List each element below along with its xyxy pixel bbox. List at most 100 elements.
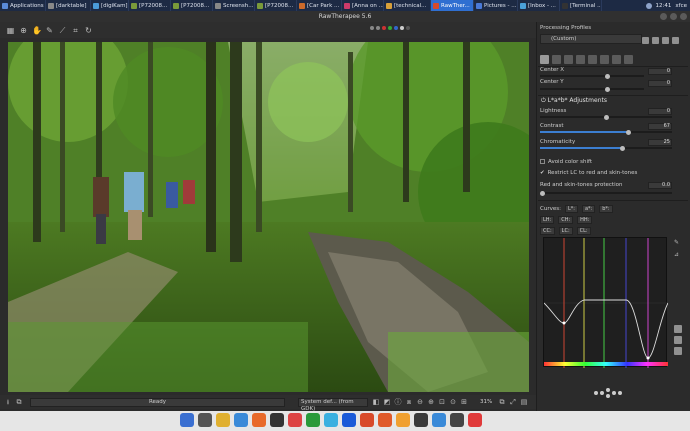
taskbar-item[interactable]: [darktable] — [46, 0, 91, 11]
taskbar-item[interactable]: Screensh... — [213, 0, 255, 11]
copy-profile-icon[interactable] — [662, 37, 669, 44]
contrast-value[interactable]: 67 — [648, 123, 672, 130]
dock-app-icon[interactable] — [468, 413, 482, 427]
save-icon[interactable]: ⭳ — [4, 398, 12, 406]
taskbar-item[interactable]: [digiKam] — [91, 0, 129, 11]
crop-icon[interactable]: ⌗ — [71, 26, 80, 35]
load-profile-icon[interactable] — [642, 37, 649, 44]
fullscreen-icon[interactable]: ⤢ — [509, 398, 517, 406]
curve-lc-button[interactable]: LC: — [558, 227, 573, 235]
taskbar-item[interactable]: [Anna on ... — [342, 0, 384, 11]
dock-app-icon[interactable] — [270, 413, 284, 427]
dock-app-icon[interactable] — [414, 413, 428, 427]
info-icon[interactable]: ⓘ — [394, 398, 402, 406]
maximize-button[interactable] — [670, 13, 677, 20]
panel-toggle-icon[interactable]: ▤ — [520, 398, 528, 406]
taskbar-item[interactable]: Applications — [0, 0, 46, 11]
dock-app-icon[interactable] — [252, 413, 266, 427]
gamut-icon[interactable]: ◩ — [383, 398, 391, 406]
tab-color[interactable] — [576, 55, 585, 64]
hand-tool-icon[interactable]: ✋ — [32, 26, 42, 35]
taskbar-item[interactable]: [Terminal ... — [560, 0, 602, 11]
curve-lh-button[interactable]: LH: — [540, 216, 555, 224]
before-after-icon[interactable]: ⧈ — [405, 398, 413, 406]
curve-cc-button[interactable]: CC: — [540, 227, 555, 235]
zoom-100-icon[interactable]: ⊙ — [449, 398, 457, 406]
dock-app-icon[interactable] — [450, 413, 464, 427]
straighten-icon[interactable]: ⟋ — [58, 26, 67, 35]
grid-icon[interactable]: ▦ — [6, 26, 15, 35]
dock-app-icon[interactable] — [324, 413, 338, 427]
preview-focus-icon[interactable] — [406, 26, 410, 30]
lightness-value[interactable]: 0 — [648, 108, 672, 115]
lightness-slider[interactable] — [540, 114, 672, 120]
avoid-color-shift-box[interactable] — [540, 159, 545, 164]
save-profile-icon[interactable] — [652, 37, 659, 44]
lab-adjustments-header[interactable]: ⏻ L*a*b* Adjustments — [538, 95, 688, 105]
preview-blue-icon[interactable] — [394, 26, 398, 30]
tab-favorites[interactable] — [540, 55, 549, 64]
dock-app-icon[interactable] — [234, 413, 248, 427]
color-picker-icon[interactable]: ✎ — [45, 26, 54, 35]
zoom-in-icon[interactable]: ⊕ — [427, 398, 435, 406]
taskbar-item[interactable]: [Inbox - ... — [518, 0, 560, 11]
processing-profile-select[interactable]: (Custom) — [540, 34, 642, 44]
curve-reset-icon[interactable] — [674, 347, 682, 355]
preview-green-icon[interactable] — [388, 26, 392, 30]
center-x-value[interactable]: 0 — [648, 68, 672, 75]
curve-edit-icon[interactable]: ✎ — [674, 239, 681, 246]
tab-transform[interactable] — [600, 55, 609, 64]
contrast-slider[interactable] — [540, 129, 672, 135]
preview-luminance-icon[interactable] — [400, 26, 404, 30]
curve-ch-button[interactable]: CH: — [558, 216, 574, 224]
dock-app-icon[interactable] — [216, 413, 230, 427]
dock-app-icon[interactable] — [360, 413, 374, 427]
zoom-fit-icon[interactable]: ⊡ — [438, 398, 446, 406]
curve-editor[interactable] — [543, 237, 669, 368]
dock-app-icon[interactable] — [378, 413, 392, 427]
center-x-slider[interactable] — [540, 73, 644, 79]
tab-metadata[interactable] — [624, 55, 633, 64]
chromaticity-slider[interactable] — [540, 145, 672, 151]
power-icon[interactable]: ⏻ — [541, 97, 546, 104]
curve-b-button[interactable]: b*: — [599, 205, 613, 213]
dock-app-icon[interactable] — [342, 413, 356, 427]
network-icon[interactable] — [645, 2, 652, 9]
check-icon[interactable]: ✔ — [540, 170, 545, 176]
preview-red-icon[interactable] — [382, 26, 386, 30]
restrict-lc-checkbox[interactable]: ✔ Restrict LC to red and skin-tones — [540, 170, 637, 176]
tab-exposure[interactable] — [552, 55, 561, 64]
user-menu[interactable]: xfce — [675, 3, 687, 9]
curve-pick-icon[interactable]: ⊿ — [674, 251, 681, 258]
taskbar-item[interactable]: [P72008... — [171, 0, 213, 11]
avoid-color-shift-checkbox[interactable]: Avoid color shift — [540, 159, 592, 165]
tab-advanced[interactable] — [588, 55, 597, 64]
tab-raw[interactable] — [612, 55, 621, 64]
softproof-icon[interactable]: ◧ — [372, 398, 380, 406]
tab-detail[interactable] — [564, 55, 573, 64]
taskbar-item[interactable]: Pictures - ... — [474, 0, 518, 11]
rotate-icon[interactable]: ↻ — [84, 26, 93, 35]
curve-cl-button[interactable]: CL: — [576, 227, 591, 235]
new-window-icon[interactable]: ⧉ — [498, 398, 506, 406]
dock-app-icon[interactable] — [288, 413, 302, 427]
dock-app-icon[interactable] — [180, 413, 194, 427]
taskbar-item[interactable]: [P72008... — [129, 0, 171, 11]
taskbar-item[interactable]: [P72008... — [255, 0, 297, 11]
dock-app-icon[interactable] — [432, 413, 446, 427]
curve-hh-button[interactable]: HH: — [577, 216, 593, 224]
dock-app-icon[interactable] — [198, 413, 212, 427]
center-y-value[interactable]: 0 — [648, 80, 672, 87]
crosshair-icon[interactable]: ⊕ — [19, 26, 28, 35]
center-y-slider[interactable] — [540, 86, 644, 92]
minimize-button[interactable] — [660, 13, 667, 20]
red-skin-protection-value[interactable]: 0.0 — [648, 182, 672, 189]
output-profile-select[interactable]: System def... (from GDK) — [298, 398, 368, 412]
close-button[interactable] — [680, 13, 687, 20]
dock-app-icon[interactable] — [396, 413, 410, 427]
red-skin-protection-slider[interactable] — [540, 190, 672, 196]
taskbar-item[interactable]: RawTher... — [431, 0, 474, 11]
preview-gray-icon[interactable] — [370, 26, 374, 30]
curve-paste-icon[interactable] — [674, 336, 682, 344]
zoom-out-icon[interactable]: ⊖ — [416, 398, 424, 406]
